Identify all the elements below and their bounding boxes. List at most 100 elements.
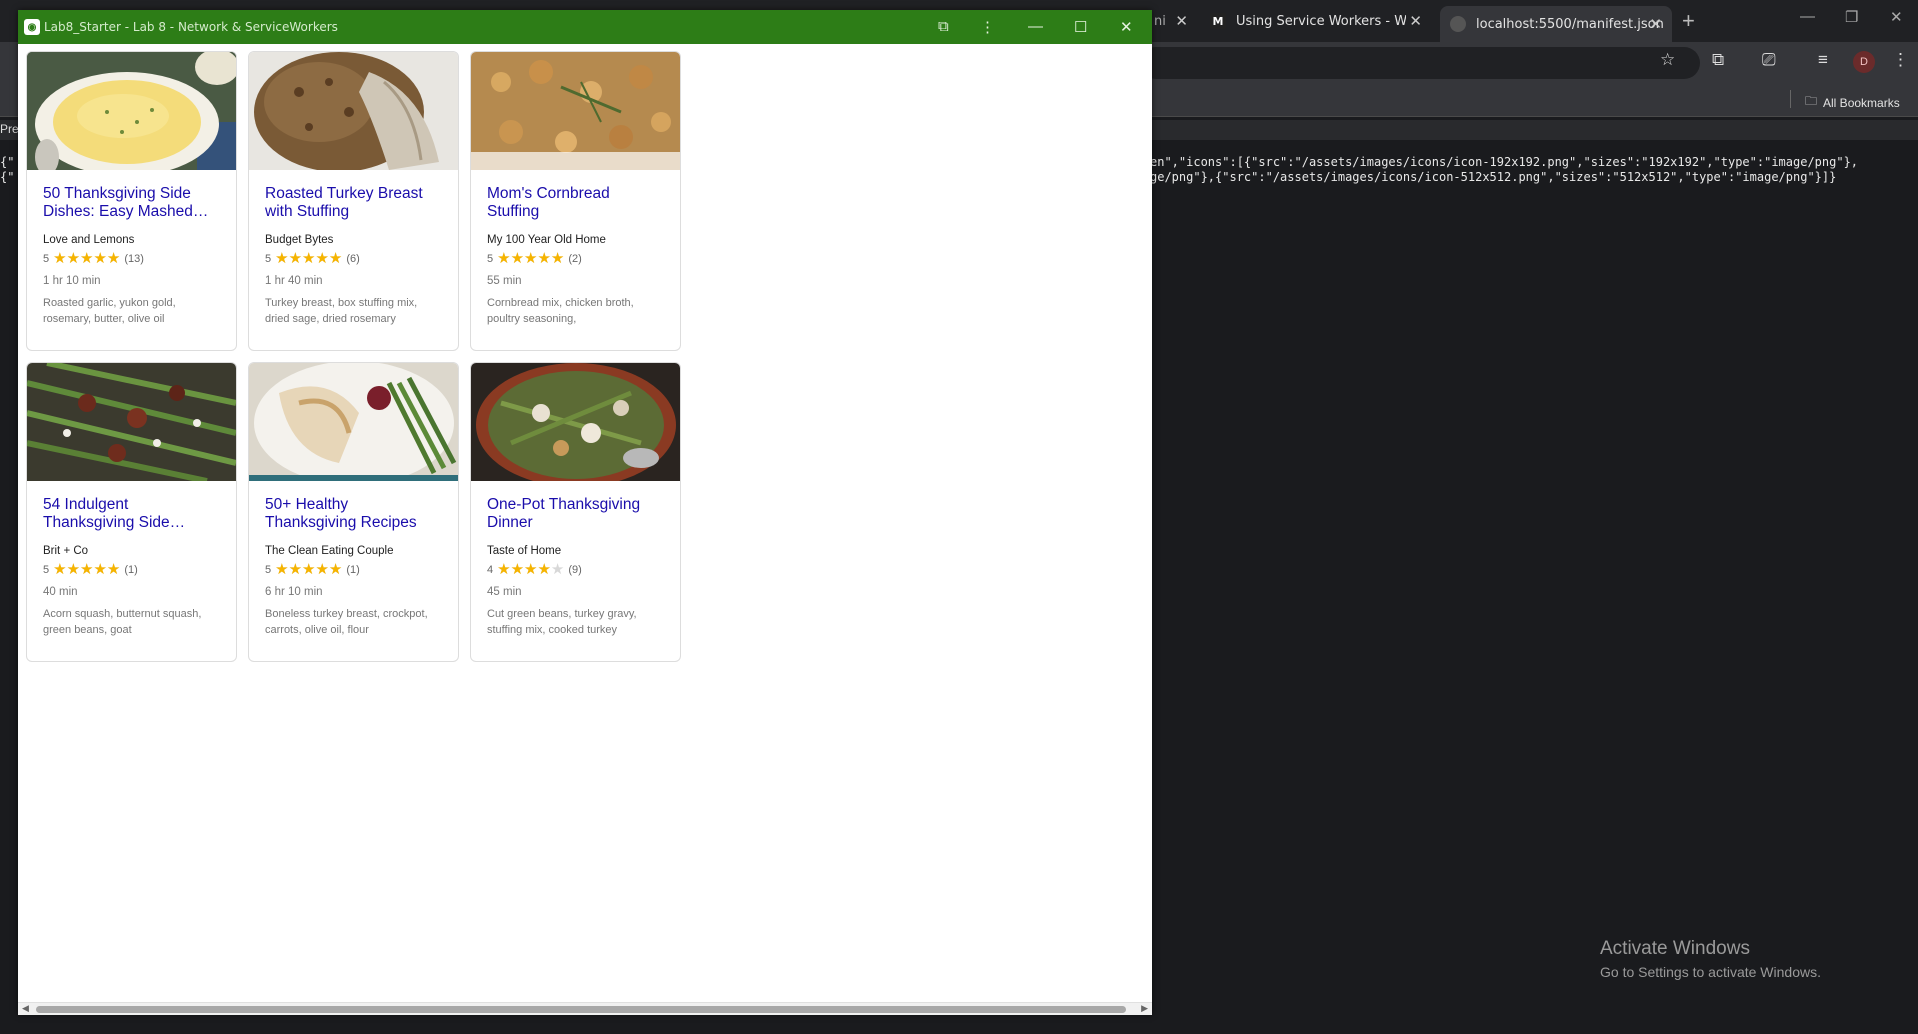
extensions-icon[interactable]: ⧉ <box>938 18 949 35</box>
activate-windows-watermark: Activate Windows Go to Settings to activ… <box>1600 938 1821 980</box>
maximize-icon[interactable]: ☐ <box>1074 18 1087 36</box>
rating-value: 5 <box>265 253 272 265</box>
recipe-image <box>27 363 236 481</box>
kebab-menu-icon[interactable]: ⋮ <box>1892 50 1909 70</box>
review-count: (9) <box>568 564 582 576</box>
recipe-rating: 4 ★★★★★★★★★★ (9) <box>487 561 664 578</box>
all-bookmarks-label: All Bookmarks <box>1823 95 1900 110</box>
recipe-title-link[interactable]: Mom's Cornbread Stuffing <box>487 185 664 221</box>
recipe-ingredients: Roasted garlic, yukon gold, rosemary, bu… <box>43 297 176 325</box>
mdn-favicon-icon: M <box>1210 13 1226 29</box>
recipe-image <box>249 52 458 170</box>
recipe-card: 50 Thanksgiving Side Dishes: Easy Mashed… <box>26 51 237 351</box>
recipe-source: Brit + Co <box>43 545 89 557</box>
recipe-ingredients: Acorn squash, butternut squash, green be… <box>43 608 202 636</box>
review-count: (1) <box>346 564 360 576</box>
rating-value: 4 <box>487 564 494 576</box>
recipe-image <box>471 363 680 481</box>
app-menu-icon[interactable]: ⋮ <box>980 18 995 36</box>
review-count: (6) <box>346 253 360 265</box>
recipe-rating: 5 ★★★★★ ★★★★★ (2) <box>487 250 664 267</box>
background-tab-3-active[interactable]: localhost:5500/manifest.json ✕ <box>1440 6 1672 42</box>
address-bar[interactable] <box>1140 47 1700 79</box>
close-window-icon[interactable]: ✕ <box>1120 18 1133 36</box>
activate-subtitle: Go to Settings to activate Windows. <box>1600 964 1821 980</box>
close-icon[interactable]: ✕ <box>1649 15 1662 33</box>
recipe-source: The Clean Eating Couple <box>265 545 394 557</box>
pwa-title-bar: ◉ Lab8_Starter - Lab 8 - Network & Servi… <box>18 10 1152 44</box>
json-text-line: en","icons":[{"src":"/assets/images/icon… <box>1150 155 1859 169</box>
recipe-grid: 50 Thanksgiving Side Dishes: Easy Mashed… <box>26 51 681 662</box>
recipe-card: Roasted Turkey Breast with Stuffing Budg… <box>248 51 459 351</box>
recipe-card: One-Pot Thanksgiving Dinner Taste of Hom… <box>470 362 681 662</box>
review-count: (13) <box>124 253 144 265</box>
horizontal-scrollbar[interactable]: ◀ ▶ <box>18 1002 1152 1015</box>
rating-value: 5 <box>265 564 272 576</box>
recipe-time: 45 min <box>487 586 522 598</box>
recipe-time: 1 hr 10 min <box>43 275 101 287</box>
recipe-rating: 5 ★★★★★ ★★★★★ (1) <box>43 561 220 578</box>
recipe-rating: 5 ★★★★★ ★★★★★ (13) <box>43 251 220 266</box>
media-controls-icon[interactable]: ≡ <box>1818 50 1828 70</box>
rating-value: 5 <box>43 564 50 576</box>
recipe-source: My 100 Year Old Home <box>487 234 606 246</box>
background-tab-1[interactable]: ni ✕ <box>1152 7 1192 35</box>
scroll-left-icon[interactable]: ◀ <box>22 1003 29 1014</box>
tab-title: localhost:5500/manifest.json <box>1476 16 1664 32</box>
recipe-card: 50+ Healthy Thanksgiving Recipes The Cle… <box>248 362 459 662</box>
cast-icon[interactable]: ⎚ <box>1762 50 1776 70</box>
recipe-rating: 5 ★★★★★ ★★★★★ (6) <box>265 250 442 267</box>
close-window-icon[interactable]: ✕ <box>1890 8 1903 26</box>
recipe-card: Mom's Cornbread Stuffing My 100 Year Old… <box>470 51 681 351</box>
star-rating-icon: ★★★★★★★★★★ <box>53 561 121 578</box>
recipe-time: 55 min <box>487 275 522 287</box>
json-text-line: ge/png"},{"src":"/assets/images/icons/ic… <box>1150 170 1837 184</box>
star-rating-icon: ★★★★★★★★★★ <box>497 561 565 578</box>
extensions-icon[interactable]: ⧉ <box>1712 50 1724 70</box>
star-rating-icon: ★★★★★★★★★★ <box>497 250 565 267</box>
window-title: Lab8_Starter - Lab 8 - Network & Service… <box>44 20 338 34</box>
scrollbar-thumb[interactable] <box>36 1006 1126 1013</box>
restore-icon[interactable]: ❐ <box>1845 8 1858 26</box>
globe-icon <box>1450 16 1466 32</box>
json-text-stub: {" <box>0 155 15 169</box>
recipe-rating: 5 ★★★★★ ★★★★★ (1) <box>265 562 442 577</box>
avatar[interactable]: D <box>1853 51 1875 73</box>
recipe-ingredients: Turkey breast, box stuffing mix, dried s… <box>265 297 418 325</box>
minimize-icon[interactable]: — <box>1028 18 1043 35</box>
scroll-right-icon[interactable]: ▶ <box>1141 1003 1148 1014</box>
minimize-icon[interactable]: — <box>1800 8 1815 25</box>
background-tab-2[interactable]: M Using Service Workers - Web A ✕ <box>1200 7 1432 35</box>
star-bookmark-icon[interactable]: ☆ <box>1660 50 1675 70</box>
rating-value: 5 <box>487 253 494 265</box>
tab-title: ni <box>1154 13 1166 29</box>
close-icon[interactable]: ✕ <box>1175 12 1188 30</box>
recipe-title-link[interactable]: 50 Thanksgiving Side Dishes: Easy Mashed… <box>43 185 220 221</box>
app-icon: ◉ <box>24 19 40 35</box>
activate-title: Activate Windows <box>1600 938 1750 959</box>
recipe-card: 54 Indulgent Thanksgiving Side Dishes Br… <box>26 362 237 662</box>
review-count: (1) <box>124 564 138 576</box>
tab-title: Using Service Workers - Web A <box>1236 13 1406 29</box>
recipe-title-link[interactable]: 54 Indulgent Thanksgiving Side Dishes <box>43 496 220 532</box>
review-count: (2) <box>568 253 582 265</box>
recipe-title-link[interactable]: 50+ Healthy Thanksgiving Recipes <box>265 496 442 532</box>
recipe-ingredients: Boneless turkey breast, crockpot, carrot… <box>265 608 428 636</box>
folder-icon: 🗀 <box>1805 94 1818 108</box>
recipe-time: 6 hr 10 min <box>265 586 323 598</box>
recipe-source: Taste of Home <box>487 545 562 557</box>
recipe-source: Love and Lemons <box>43 234 135 246</box>
all-bookmarks-button[interactable]: 🗀 All Bookmarks <box>1805 92 1900 113</box>
close-icon[interactable]: ✕ <box>1409 12 1422 30</box>
recipe-image <box>471 52 680 170</box>
pwa-window: ◉ Lab8_Starter - Lab 8 - Network & Servi… <box>18 10 1152 1015</box>
divider <box>1790 90 1791 108</box>
pretty-print-label[interactable]: Pre <box>0 122 19 136</box>
rating-value: 5 <box>43 253 50 265</box>
new-tab-plus-icon[interactable]: + <box>1682 8 1695 34</box>
recipe-title-link[interactable]: One-Pot Thanksgiving Dinner <box>487 496 664 532</box>
recipe-ingredients: Cut green beans, turkey gravy, stuffing … <box>487 608 637 636</box>
recipe-image <box>249 363 458 481</box>
star-rating-icon: ★★★★★★★★★★ <box>275 250 343 267</box>
recipe-title-link[interactable]: Roasted Turkey Breast with Stuffing <box>265 185 442 221</box>
